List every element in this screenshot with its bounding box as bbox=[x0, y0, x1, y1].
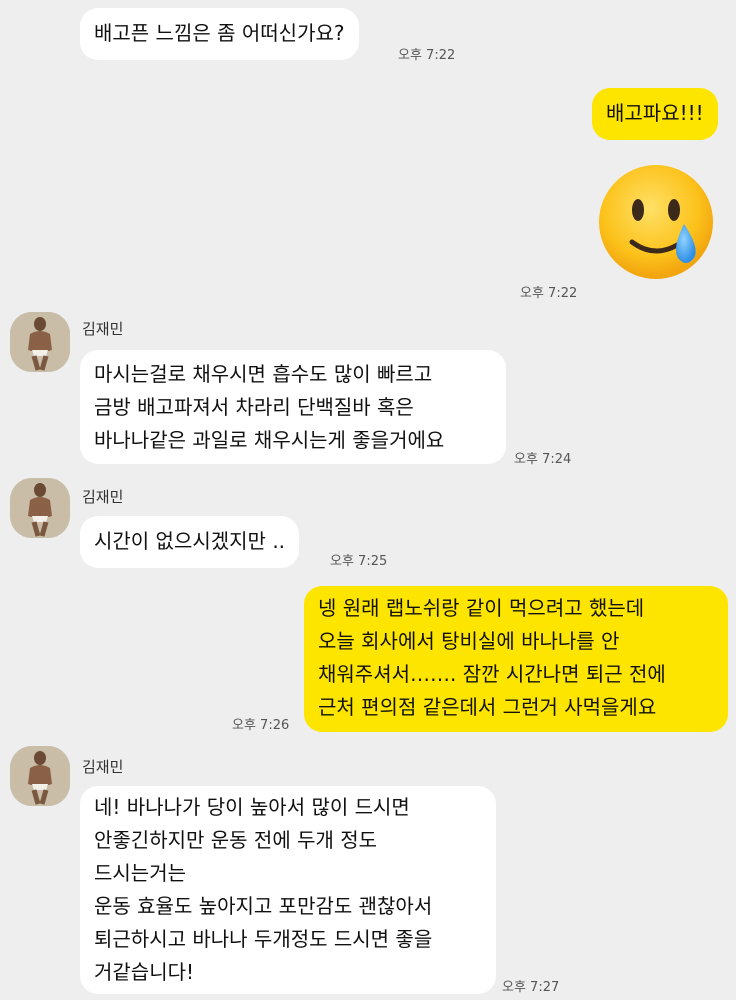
message-bubble-received[interactable]: 시간이 없으시겠지만 .. bbox=[80, 516, 300, 568]
message-time: 오후 7:22 bbox=[520, 286, 578, 301]
message-text: 안좋긴하지만 운동 전에 두개 정도 bbox=[94, 828, 378, 852]
message-text: 네! 바나나가 당이 높아서 많이 드시면 bbox=[94, 795, 410, 819]
message-text: 드시는거는 bbox=[94, 861, 186, 885]
message-text: 배고픈 느낌은 좀 어떠신가요? bbox=[94, 21, 345, 45]
message-bubble-received[interactable]: 배고픈 느낌은 좀 어떠신가요? bbox=[80, 8, 359, 60]
sender-name: 김재민 bbox=[82, 758, 124, 776]
message-text: 퇴근하시고 바나나 두개정도 드시면 좋을 bbox=[94, 927, 433, 951]
sender-name: 김재민 bbox=[82, 488, 124, 506]
message-time: 오후 7:22 bbox=[398, 48, 456, 63]
message-text: 시간이 없으시겠지만 .. bbox=[94, 529, 286, 553]
smiling-face-with-tear-emoji[interactable] bbox=[598, 164, 716, 282]
message-text: 채워주셔서……. 잠깐 시간나면 퇴근 전에 bbox=[318, 662, 666, 686]
message-text: 금방 배고파져서 차라리 단백질바 혹은 bbox=[94, 395, 414, 419]
message-bubble-received[interactable]: 네! 바나나가 당이 높아서 많이 드시면 안좋긴하지만 운동 전에 두개 정도… bbox=[80, 786, 496, 994]
message-time: 오후 7:27 bbox=[502, 980, 560, 995]
message-time: 오후 7:24 bbox=[514, 452, 572, 467]
message-text: 배고파요!!! bbox=[606, 101, 704, 125]
message-bubble-received[interactable]: 마시는걸로 채우시면 흡수도 많이 빠르고 금방 배고파져서 차라리 단백질바 … bbox=[80, 350, 506, 464]
message-time: 오후 7:26 bbox=[232, 718, 290, 733]
message-text: 운동 효율도 높아지고 포만감도 괜찮아서 bbox=[94, 894, 433, 918]
message-time: 오후 7:25 bbox=[330, 554, 388, 569]
avatar[interactable] bbox=[10, 746, 70, 806]
avatar[interactable] bbox=[10, 478, 70, 538]
message-text: 근처 편의점 같은데서 그런거 사먹을게요 bbox=[318, 695, 657, 719]
message-text: 오늘 회사에서 탕비실에 바나나를 안 bbox=[318, 629, 620, 653]
message-text: 넹 원래 랩노쉬랑 같이 먹으려고 했는데 bbox=[318, 596, 645, 620]
message-text: 마시는걸로 채우시면 흡수도 많이 빠르고 bbox=[94, 362, 433, 386]
message-text: 거같습니다! bbox=[94, 960, 195, 984]
avatar[interactable] bbox=[10, 312, 70, 372]
message-bubble-sent[interactable]: 배고파요!!! bbox=[592, 88, 718, 140]
message-text: 바나나같은 과일로 채우시는게 좋을거에요 bbox=[94, 428, 445, 452]
sender-name: 김재민 bbox=[82, 320, 124, 338]
message-bubble-sent[interactable]: 넹 원래 랩노쉬랑 같이 먹으려고 했는데 오늘 회사에서 탕비실에 바나나를 … bbox=[304, 586, 728, 732]
